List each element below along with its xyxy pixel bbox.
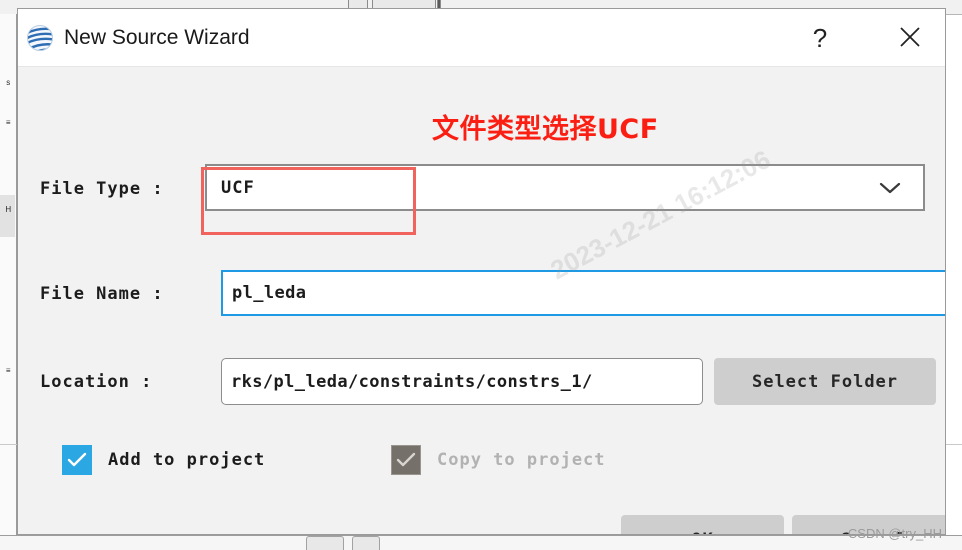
- copy-to-project-checkbox: Copy to project: [391, 445, 606, 475]
- checkbox-checked-icon: [62, 445, 92, 475]
- dialog-title: New Source Wizard: [64, 26, 250, 49]
- screenshot-root: s ≡ H ≡ New Source Wizard ? 文件类型选择UCF Fi…: [0, 0, 962, 550]
- file-name-label: File Name :: [40, 284, 164, 304]
- new-source-wizard-dialog: New Source Wizard ? 文件类型选择UCF File Type …: [17, 8, 946, 535]
- background-status-strip: [0, 535, 962, 550]
- add-to-project-checkbox[interactable]: Add to project: [62, 445, 265, 475]
- add-to-project-label: Add to project: [108, 450, 266, 470]
- background-left-label-1: ≡: [5, 118, 11, 127]
- dialog-titlebar: New Source Wizard ?: [18, 9, 945, 67]
- background-bottom-widget-1[interactable]: [306, 536, 344, 550]
- checkbox-checked-disabled-icon: [391, 445, 421, 475]
- chevron-down-icon[interactable]: [879, 181, 901, 195]
- file-type-label: File Type :: [40, 179, 164, 199]
- file-type-value: UCF: [221, 177, 255, 198]
- location-value: rks/pl_leda/constraints/constrs_1/: [231, 371, 593, 392]
- dialog-body: 文件类型选择UCF File Type : UCF File Name : pl…: [18, 67, 945, 534]
- location-input[interactable]: rks/pl_leda/constraints/constrs_1/: [221, 358, 703, 405]
- select-folder-button[interactable]: Select Folder: [714, 358, 936, 405]
- credit-watermark: CSDN @try_HH: [847, 526, 942, 541]
- help-button[interactable]: ?: [801, 21, 839, 55]
- annotation-text: 文件类型选择UCF: [432, 114, 659, 145]
- location-label: Location :: [40, 372, 153, 392]
- background-bottom-widget-2[interactable]: [352, 536, 380, 550]
- background-left-label-2: H: [5, 205, 11, 214]
- close-icon: [898, 25, 922, 52]
- copy-to-project-label: Copy to project: [437, 450, 606, 470]
- background-left-panel: [0, 14, 17, 536]
- background-left-label-3: ≡: [5, 366, 11, 375]
- vivado-sphere-icon: [25, 23, 55, 53]
- background-left-selected-item[interactable]: [0, 195, 15, 237]
- file-name-value: pl_leda: [232, 283, 307, 303]
- file-type-combobox[interactable]: UCF: [205, 164, 925, 211]
- background-left-label-0: s: [6, 78, 10, 87]
- file-name-input[interactable]: pl_leda: [221, 270, 945, 316]
- close-button[interactable]: [891, 21, 929, 55]
- ok-button[interactable]: OK: [621, 515, 784, 534]
